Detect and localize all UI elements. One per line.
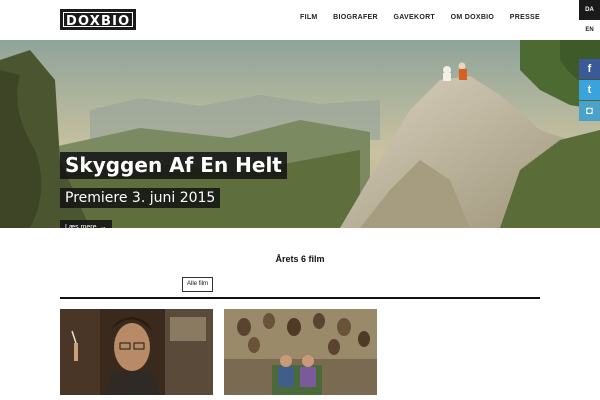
nav-item-biografer[interactable]: BIOGRAFER [333,14,378,21]
site-header: DOXBIO FILM BIOGRAFER GAVEKORT OM DOXBIO… [0,0,600,40]
film-thumbnail [60,309,213,395]
language-da-button[interactable]: DA [579,0,600,20]
nav-item-om-doxbio[interactable]: OM DOXBIO [451,14,495,21]
nav-item-presse[interactable]: PRESSE [510,14,540,21]
language-switcher: DA EN [579,0,600,40]
twitter-icon[interactable]: t [579,80,600,100]
hero-slider: Skyggen Af En Helt Premiere 3. juni 2015… [0,40,600,228]
film-card-2[interactable] [224,309,377,395]
language-en-button[interactable]: EN [579,20,600,40]
hero-title: Skyggen Af En Helt [60,152,287,179]
nav-item-film[interactable]: FILM [300,14,318,21]
section-divider [60,297,540,299]
read-more-label: Læs mere [65,224,97,228]
facebook-icon[interactable]: f [579,59,600,79]
doxbio-logo[interactable]: DOXBIO [60,9,137,30]
all-films-filter-button[interactable]: Alle film [182,277,214,292]
main-nav: FILM BIOGRAFER GAVEKORT OM DOXBIO PRESSE [300,14,540,21]
instagram-icon[interactable]: ◘ [579,101,600,121]
film-thumbnail [224,309,377,395]
read-more-button[interactable]: Læs mere → [60,220,112,228]
section-heading: Årets 6 film [275,254,325,264]
arrow-right-icon: → [99,224,107,228]
hero-premiere-date: Premiere 3. juni 2015 [60,188,221,208]
social-links: f t ◘ [579,59,600,122]
film-card-1[interactable] [60,309,213,395]
nav-item-gavekort[interactable]: GAVEKORT [393,14,435,21]
